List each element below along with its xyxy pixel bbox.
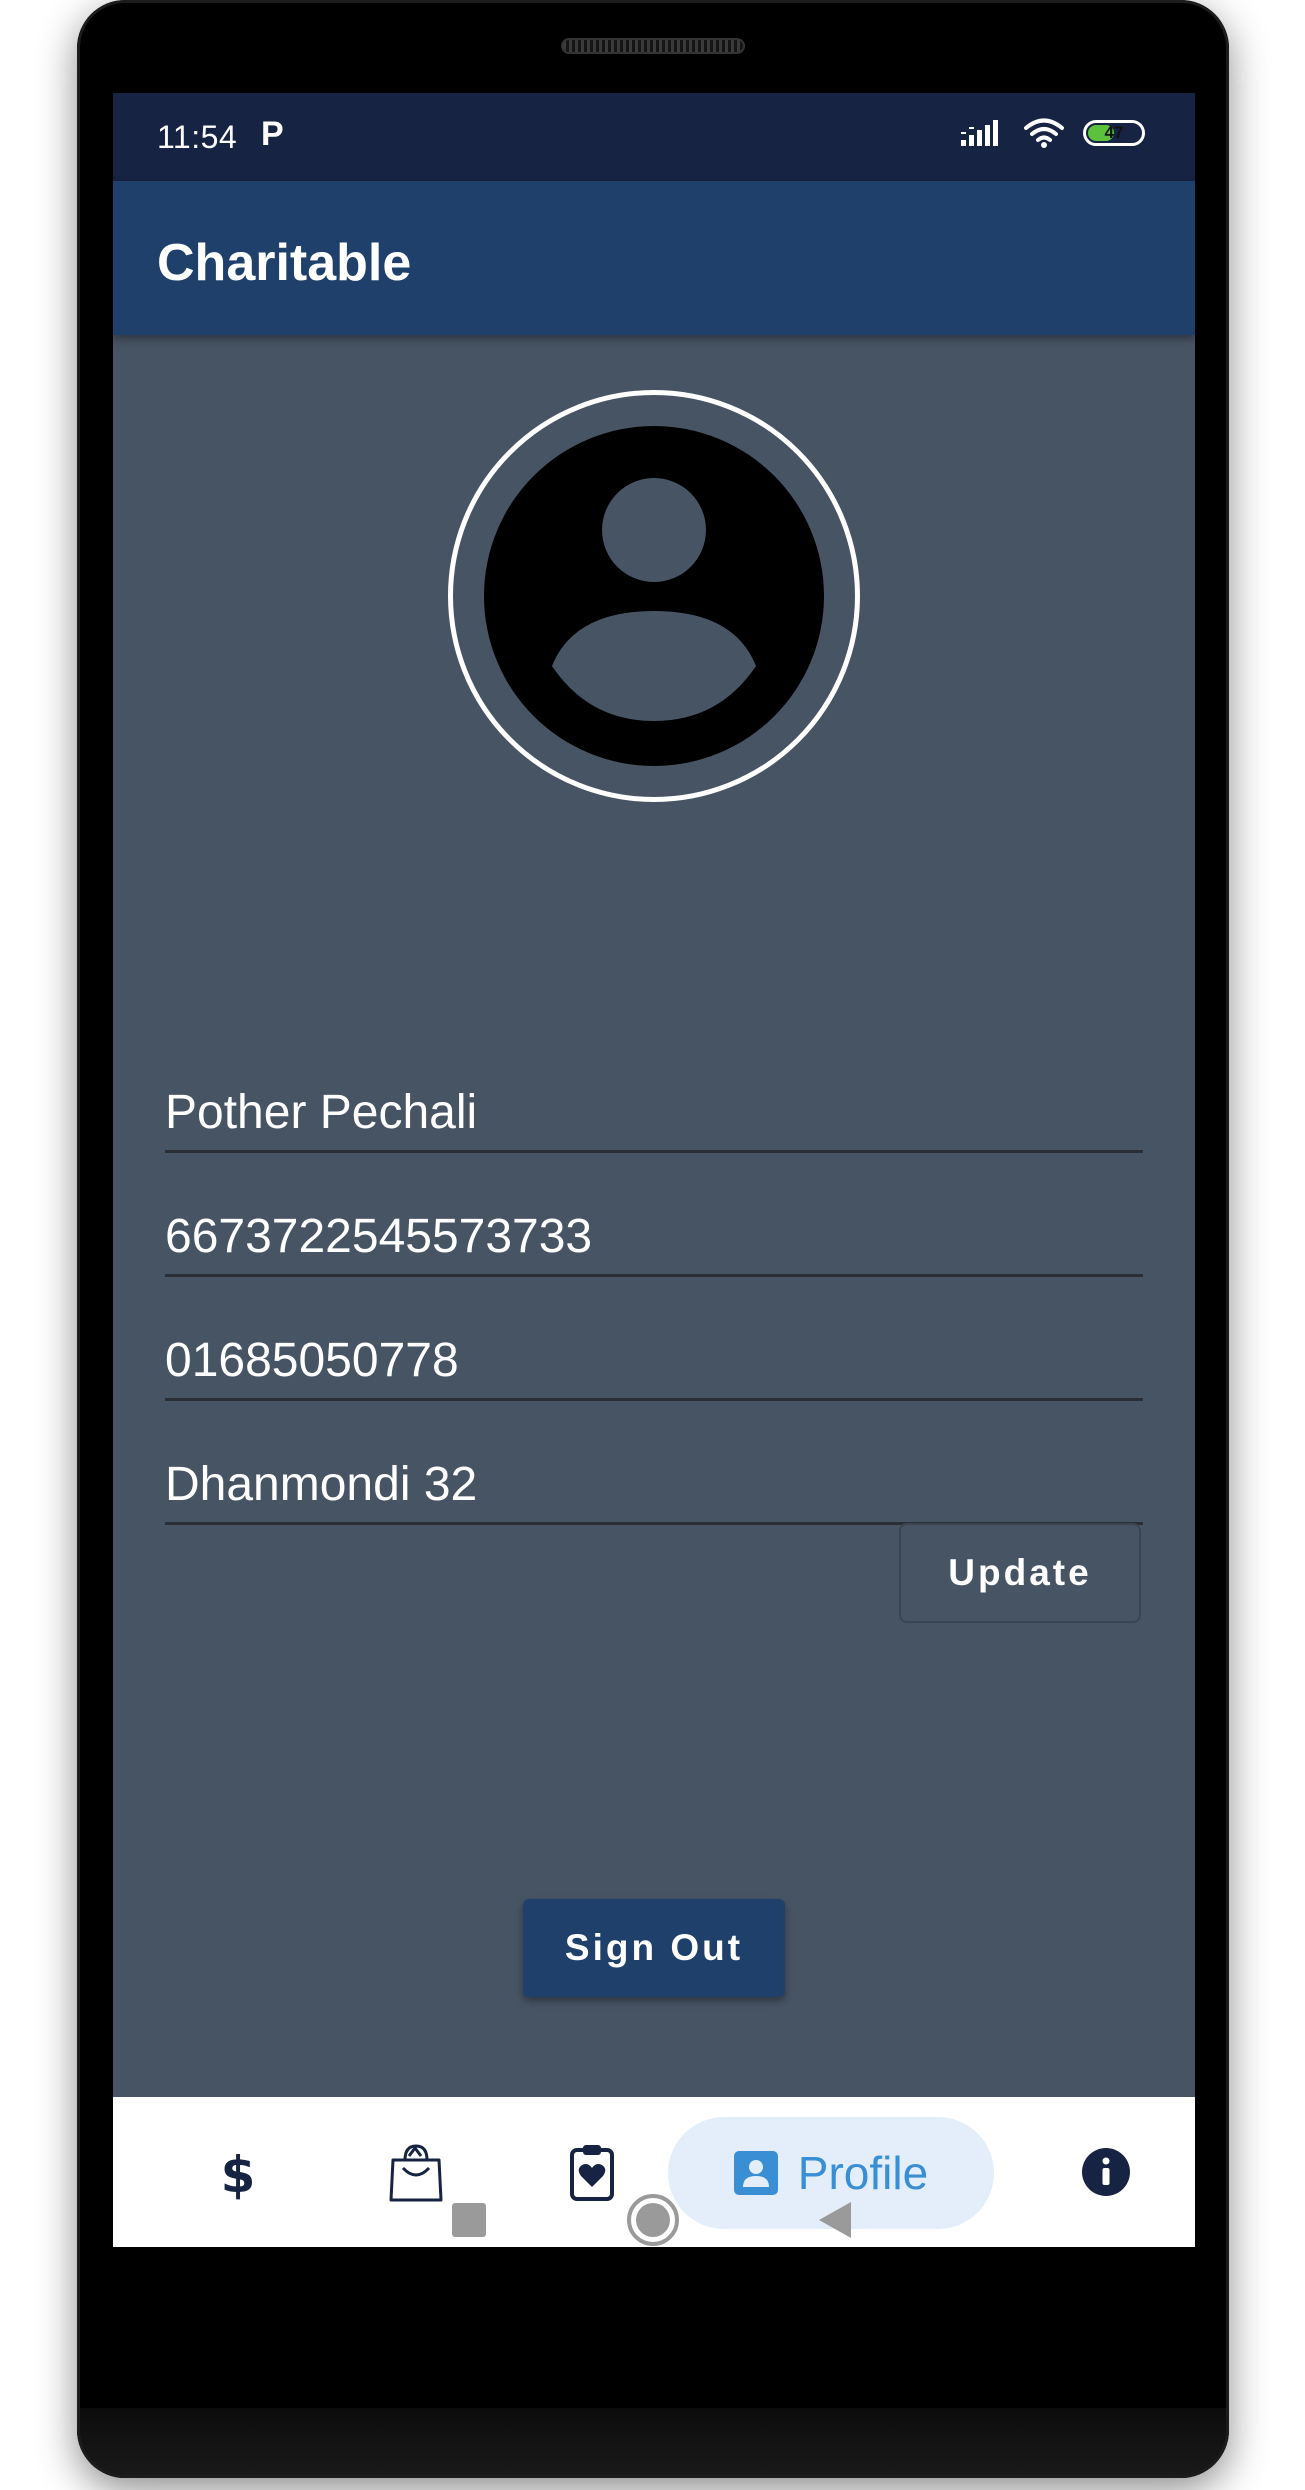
phone-input[interactable] bbox=[165, 1333, 1143, 1388]
update-button[interactable]: Update bbox=[899, 1523, 1141, 1623]
earpiece-speaker bbox=[561, 38, 745, 54]
wifi-icon bbox=[1024, 118, 1064, 148]
recents-square-icon bbox=[452, 2203, 486, 2237]
status-time: 11:54 bbox=[157, 119, 238, 155]
system-navigation-bar bbox=[77, 2154, 1229, 2284]
address-field[interactable] bbox=[165, 1445, 1143, 1525]
home-circle-icon bbox=[627, 2194, 679, 2246]
back-triangle-icon bbox=[819, 2202, 851, 2238]
phone-frame: 11:54 p bbox=[77, 0, 1229, 2478]
phone-chin bbox=[77, 2408, 1229, 2478]
status-bar: 11:54 p bbox=[113, 93, 1195, 181]
phone-field[interactable] bbox=[165, 1321, 1143, 1401]
sign-out-button[interactable]: Sign Out bbox=[523, 1899, 785, 1997]
battery-level: 47 bbox=[1104, 123, 1124, 142]
app-title: Charitable bbox=[157, 234, 412, 292]
status-icons: 47 bbox=[961, 117, 1145, 149]
account-circle-icon bbox=[484, 426, 824, 766]
card-number-input[interactable] bbox=[165, 1209, 1143, 1264]
back-button[interactable] bbox=[795, 2180, 875, 2260]
app-bar: Charitable bbox=[113, 181, 1195, 335]
recents-button[interactable] bbox=[429, 2180, 509, 2260]
app-screen: 11:54 p bbox=[113, 93, 1195, 2247]
signal-icon bbox=[961, 120, 998, 146]
name-input[interactable] bbox=[165, 1085, 1143, 1140]
address-input[interactable] bbox=[165, 1457, 1143, 1512]
name-field[interactable] bbox=[165, 1073, 1143, 1153]
battery-icon: 47 bbox=[1083, 120, 1145, 146]
card-number-field[interactable] bbox=[165, 1197, 1143, 1277]
profile-avatar[interactable] bbox=[448, 390, 860, 802]
home-button[interactable] bbox=[613, 2180, 693, 2260]
notification-p-icon: p bbox=[261, 115, 284, 153]
